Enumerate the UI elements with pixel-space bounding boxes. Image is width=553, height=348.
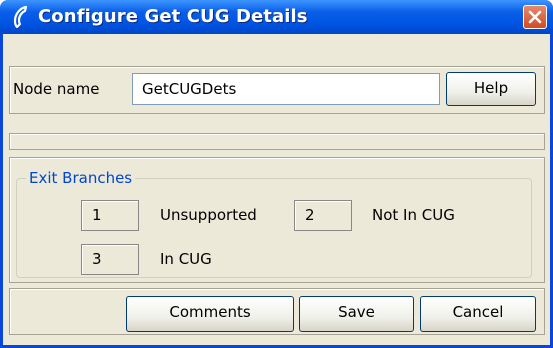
node-name-input[interactable]: GetCUGDets	[132, 73, 440, 105]
cancel-button[interactable]: Cancel	[420, 296, 536, 332]
exit-branch-label-3: In CUG	[160, 250, 212, 268]
window-title: Configure Get CUG Details	[38, 6, 308, 27]
comments-button[interactable]: Comments	[126, 296, 294, 332]
node-name-label: Node name	[13, 80, 100, 98]
save-button[interactable]: Save	[299, 296, 414, 332]
close-icon	[528, 10, 542, 24]
exit-branch-label-2: Not In CUG	[372, 206, 455, 224]
exit-branch-number-1: 1	[81, 200, 139, 231]
help-button[interactable]: Help	[446, 72, 536, 106]
exit-branch-number-2: 2	[294, 200, 352, 231]
phone-handset-icon	[10, 5, 32, 29]
exit-branch-number-3: 3	[81, 244, 139, 275]
exit-branch-label-1: Unsupported	[160, 206, 257, 224]
title-bar[interactable]: Configure Get CUG Details	[0, 0, 553, 34]
exit-branches-legend: Exit Branches	[26, 169, 136, 187]
close-button[interactable]	[523, 5, 547, 29]
separator-panel	[9, 133, 545, 150]
